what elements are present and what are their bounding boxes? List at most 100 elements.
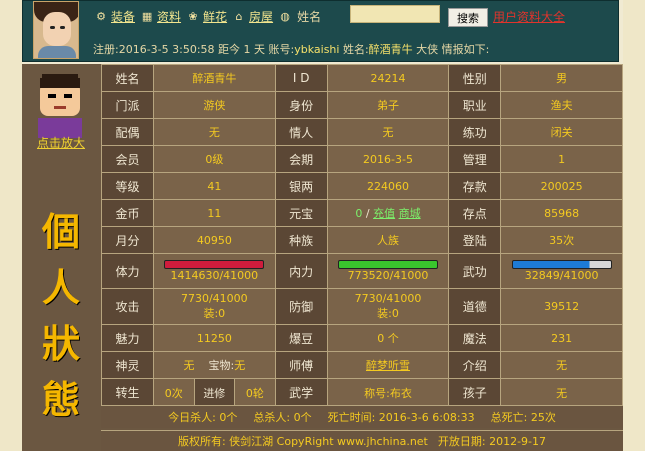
stat-label: 神灵 [101,351,154,379]
defense-stat: 7730/41000 [354,292,422,305]
stat-label: 元宝 [274,199,328,227]
martial-value: 称号:布衣 [326,378,450,407]
death-time: 死亡时间: 2016-3-6 6:08:33 [327,411,475,424]
stat-label: 内力 [274,253,328,289]
stat-value: 85968 [500,199,623,227]
study-count: 0轮 [245,386,264,400]
master-link[interactable]: 醉梦听雪 [366,359,410,372]
all-user-info-link[interactable]: 用户资料大全 [493,8,565,25]
reborn-row: 转生 0次 进修 0轮 武学 称号:布衣 孩子无 [101,378,623,407]
master-value: 醉梦听雪 [326,351,450,379]
wugong: 32849/41000 [500,253,623,289]
stat-label: 体力 [101,253,154,289]
house-link[interactable]: ⌂ 房屋 [231,8,274,25]
study-label: 进修 [193,379,236,406]
stat-label: 武功 [448,253,502,289]
recharge-link[interactable]: 充值 [373,207,395,220]
account-name: ybkaishi [294,43,340,56]
stat-value: 男 [500,64,623,92]
stat-value: 41 [153,172,276,200]
stat-value: 40950 [153,226,276,254]
morality-value: 39512 [500,288,623,325]
stat-label: 魅力 [101,324,154,352]
personal-status-title: 個 人 狀 態 [41,209,80,422]
copyright-footer: 版权所有: 侠剑江湖 CopyRight www.jhchina.net 开放日… [101,430,623,451]
children-value: 无 [500,378,623,407]
stat-value: 11 [153,199,276,227]
stat-label: 身份 [274,91,328,119]
open-date: 开放日期: 2012-9-17 [437,435,547,448]
separator: / [365,207,370,220]
stats-table: 姓名 醉酒青牛 I D 24214 性别男门派 游侠 身份 弟子 职业 渔夫 配偶无情人无练功 闭关会… [101,64,623,407]
stat-value: 弟子 [326,91,450,119]
stat-label: 月分 [101,226,154,254]
today-kill: 今日杀人: 0个 [168,411,238,424]
toolbar: ⚙ 装备 ▦ 资料 ❀ 鲜花 ⌂ 房屋 ◍ 姓名 [93,6,325,26]
stat-label: 转生 [101,378,154,407]
flower-icon: ❀ [188,9,198,23]
stat-label: 防御 [274,288,328,325]
total-kill: 总杀人: 0个 [253,411,312,424]
mp: 773520/41000 [326,253,450,289]
info-link[interactable]: ▦ 资料 [139,8,181,25]
stat-label: 武学 [274,378,328,407]
stat-value: 渔夫 [500,91,623,119]
mall-link[interactable]: 商城 [399,207,421,220]
treasure: 无 [234,359,246,372]
stat-value: 醉酒青牛 [153,64,276,92]
spirit-row: 神灵无 宝物:无 师傅 醉梦听雪 介绍 无 [101,351,623,379]
stat-label: 金币 [101,199,154,227]
name-search-input[interactable] [350,5,440,23]
globe-icon: ◍ [280,9,290,23]
mp-text: 773520/41000 [347,269,429,282]
stat-label: 会期 [274,145,328,173]
copyright-text: 版权所有: 侠剑江湖 CopyRight www.jhchina.net [177,435,428,448]
stat-value: 231 [500,324,623,352]
stat-label: 性别 [448,64,502,92]
stat-label: 攻击 [101,288,154,325]
stat-value: 1 [500,145,623,173]
hp: 1414630/41000 [153,253,276,289]
pixel-avatar [38,74,82,138]
equip-link[interactable]: ⚙ 装备 [93,8,135,25]
stat-value: 200025 [500,172,623,200]
spirit: 无 [183,359,195,372]
stat-value: 11250 [153,324,276,352]
vitals-row: 体力 1414630/41000 内力 773520/41000 武功 32849/410… [101,253,623,289]
total-death: 总死亡: 25次 [490,411,556,424]
stat-label: I D [274,64,328,92]
registration-info: 注册:2016-3-5 3:50:58 距今 1 天 账号:ybkaishi 姓… [93,43,490,56]
stat-label: 登陆 [448,226,502,254]
stat-row: 会员 0级 会期 2016-3-5 管理 1 [101,145,623,173]
stat-label: 练功 [448,118,502,146]
stat-row: 金币 11 元宝 0 / 充值 商城 存点 85968 [101,199,623,227]
combat-row: 攻击 7730/41000 装:0 防御 7730/41000 装:0 道德 39512 [101,288,623,325]
defense-value: 7730/41000 装:0 [326,288,450,325]
stat-label: 介绍 [448,351,502,379]
stat-row: 配偶无情人无练功 闭关 [101,118,623,146]
equip-icon: ⚙ [96,9,106,23]
stat-value: 2016-3-5 [326,145,450,173]
right-margin [623,0,645,451]
zoom-link[interactable]: 点击放大 [22,134,100,151]
stat-label: 等级 [101,172,154,200]
flower-link[interactable]: ❀ 鲜花 [185,8,227,25]
stat-value: 0 个 [326,324,450,352]
wugong-text: 32849/41000 [524,269,599,282]
stat-label: 存点 [448,199,502,227]
spirit-value: 无 宝物:无 [153,351,276,379]
stat-value: 游侠 [153,91,276,119]
stat-label: 门派 [101,91,154,119]
stat-value: 无 [326,118,450,146]
stat-value: 无 [153,118,276,146]
stat-value: 24214 [326,64,450,92]
stat-value: 224060 [326,172,450,200]
yuanbao-value: 0 / 充值 商城 [326,199,450,227]
mp-bar [337,260,438,269]
stat-row: 月分 40950 种族 人族 登陆 35次 [101,226,623,254]
stat-label: 师傅 [274,351,328,379]
stat-label: 道德 [448,288,502,325]
search-button[interactable]: 搜索 [448,8,488,27]
hp-text: 1414630/41000 [170,269,259,282]
hp-bar [164,260,265,269]
